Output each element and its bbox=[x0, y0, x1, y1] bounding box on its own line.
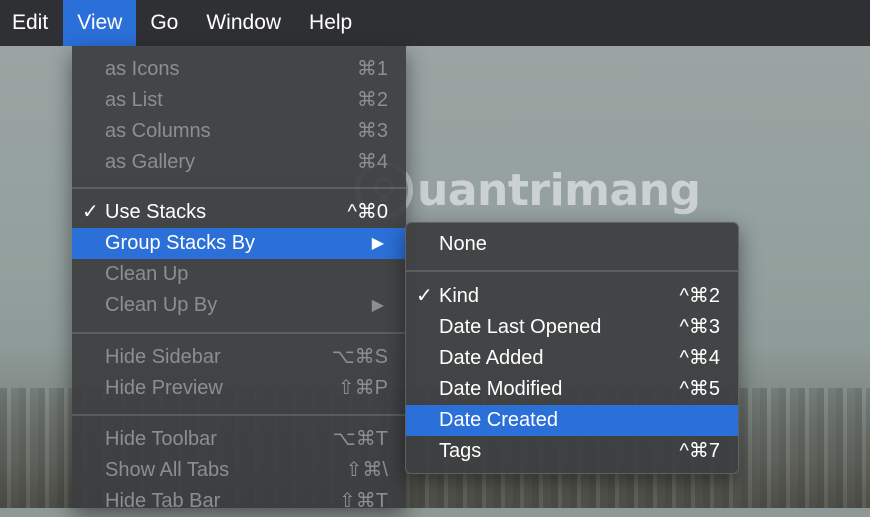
menu-item-group-stacks-by[interactable]: Group Stacks By ▶ bbox=[72, 228, 406, 259]
menu-item-label: Clean Up bbox=[105, 263, 189, 285]
menu-item-label: as Columns bbox=[105, 120, 211, 142]
menu-separator bbox=[406, 270, 738, 272]
menu-item-label: Clean Up By bbox=[105, 294, 218, 316]
menu-go[interactable]: Go bbox=[136, 0, 192, 46]
menu-item-hide-sidebar[interactable]: Hide Sidebar ⌥⌘S bbox=[72, 342, 406, 373]
menu-separator bbox=[72, 187, 406, 189]
menu-item-shortcut: ^⌘4 bbox=[679, 347, 720, 369]
menu-item-label: Date Created bbox=[439, 409, 558, 431]
menu-item-shortcut: ^⌘0 bbox=[347, 201, 388, 223]
menu-item-label: Hide Preview bbox=[105, 377, 223, 399]
menu-item-label: Hide Sidebar bbox=[105, 346, 221, 368]
menu-item-label: as Icons bbox=[105, 58, 180, 80]
submenu-item-date-added[interactable]: Date Added ^⌘4 bbox=[406, 343, 738, 374]
menu-item-show-all-tabs[interactable]: Show All Tabs ⇧⌘\ bbox=[72, 455, 406, 486]
submenu-item-tags[interactable]: Tags ^⌘7 bbox=[406, 436, 738, 467]
menu-item-label: as Gallery bbox=[105, 151, 196, 173]
menu-item-shortcut: ^⌘5 bbox=[679, 378, 720, 400]
menu-help[interactable]: Help bbox=[295, 0, 366, 46]
menu-item-label: Group Stacks By bbox=[105, 232, 256, 254]
menu-window[interactable]: Window bbox=[192, 0, 295, 46]
menu-item-use-stacks[interactable]: ✓ Use Stacks ^⌘0 bbox=[72, 197, 406, 228]
submenu-item-none[interactable]: None bbox=[406, 229, 738, 260]
menu-item-shortcut: ^⌘2 bbox=[679, 285, 720, 307]
menu-item-as-icons[interactable]: as Icons ⌘1 bbox=[72, 54, 406, 85]
menu-item-shortcut: ⌥⌘S bbox=[331, 346, 388, 368]
menu-item-as-columns[interactable]: as Columns ⌘3 bbox=[72, 116, 406, 147]
menu-item-label: Hide Tab Bar bbox=[105, 490, 221, 512]
menu-item-shortcut: ⌘2 bbox=[356, 89, 388, 111]
menu-item-as-gallery[interactable]: as Gallery ⌘4 bbox=[72, 147, 406, 178]
submenu-arrow-icon: ▶ bbox=[371, 297, 384, 314]
menu-bar: Edit View Go Window Help bbox=[0, 0, 870, 46]
view-menu-dropdown: as Icons ⌘1 as List ⌘2 as Columns ⌘3 as … bbox=[72, 46, 406, 512]
menu-item-label: Use Stacks bbox=[105, 201, 207, 223]
menu-item-label: Show All Tabs bbox=[105, 459, 230, 481]
menu-item-hide-toolbar[interactable]: Hide Toolbar ⌥⌘T bbox=[72, 424, 406, 455]
submenu-item-date-modified[interactable]: Date Modified ^⌘5 bbox=[406, 374, 738, 405]
menu-item-shortcut: ⇧⌘T bbox=[339, 490, 388, 512]
menu-item-label: Tags bbox=[439, 440, 482, 462]
menu-view[interactable]: View bbox=[63, 0, 137, 46]
menu-item-shortcut: ⇧⌘P bbox=[337, 377, 388, 399]
group-stacks-submenu: None ✓ Kind ^⌘2 Date Last Opened ^⌘3 Dat… bbox=[405, 222, 739, 474]
menu-separator bbox=[72, 414, 406, 416]
watermark-text: uantrimang bbox=[417, 164, 701, 216]
submenu-item-date-created[interactable]: Date Created bbox=[406, 405, 738, 436]
menu-item-hide-preview[interactable]: Hide Preview ⇧⌘P bbox=[72, 373, 406, 404]
menu-item-clean-up-by[interactable]: Clean Up By ▶ bbox=[72, 290, 406, 321]
menu-item-label: Kind bbox=[439, 285, 480, 307]
menu-edit[interactable]: Edit bbox=[0, 0, 63, 46]
menu-item-clean-up[interactable]: Clean Up bbox=[72, 259, 406, 290]
menu-separator bbox=[72, 332, 406, 334]
submenu-arrow-icon: ▶ bbox=[371, 235, 384, 252]
submenu-item-date-last-opened[interactable]: Date Last Opened ^⌘3 bbox=[406, 312, 738, 343]
menu-item-shortcut: ⇧⌘\ bbox=[345, 459, 388, 481]
menu-item-shortcut: ^⌘7 bbox=[679, 440, 720, 462]
submenu-item-kind[interactable]: ✓ Kind ^⌘2 bbox=[406, 281, 738, 312]
menu-item-label: Date Added bbox=[439, 347, 544, 369]
menu-item-shortcut: ⌘3 bbox=[356, 120, 388, 142]
checkmark-icon: ✓ bbox=[416, 285, 433, 307]
menu-item-label: None bbox=[439, 233, 487, 255]
menu-item-hide-tab-bar[interactable]: Hide Tab Bar ⇧⌘T bbox=[72, 486, 406, 517]
menu-item-label: Date Last Opened bbox=[439, 316, 602, 338]
menu-item-shortcut: ⌘1 bbox=[356, 58, 388, 80]
watermark: uantrimang bbox=[355, 150, 701, 230]
menu-item-shortcut: ⌘4 bbox=[356, 151, 388, 173]
menu-item-shortcut: ^⌘3 bbox=[679, 316, 720, 338]
checkmark-icon: ✓ bbox=[82, 201, 99, 223]
menu-item-shortcut: ⌥⌘T bbox=[332, 428, 388, 450]
menu-item-label: Date Modified bbox=[439, 378, 563, 400]
menu-item-label: Hide Toolbar bbox=[105, 428, 217, 450]
menu-item-label: as List bbox=[105, 89, 163, 111]
menu-item-as-list[interactable]: as List ⌘2 bbox=[72, 85, 406, 116]
